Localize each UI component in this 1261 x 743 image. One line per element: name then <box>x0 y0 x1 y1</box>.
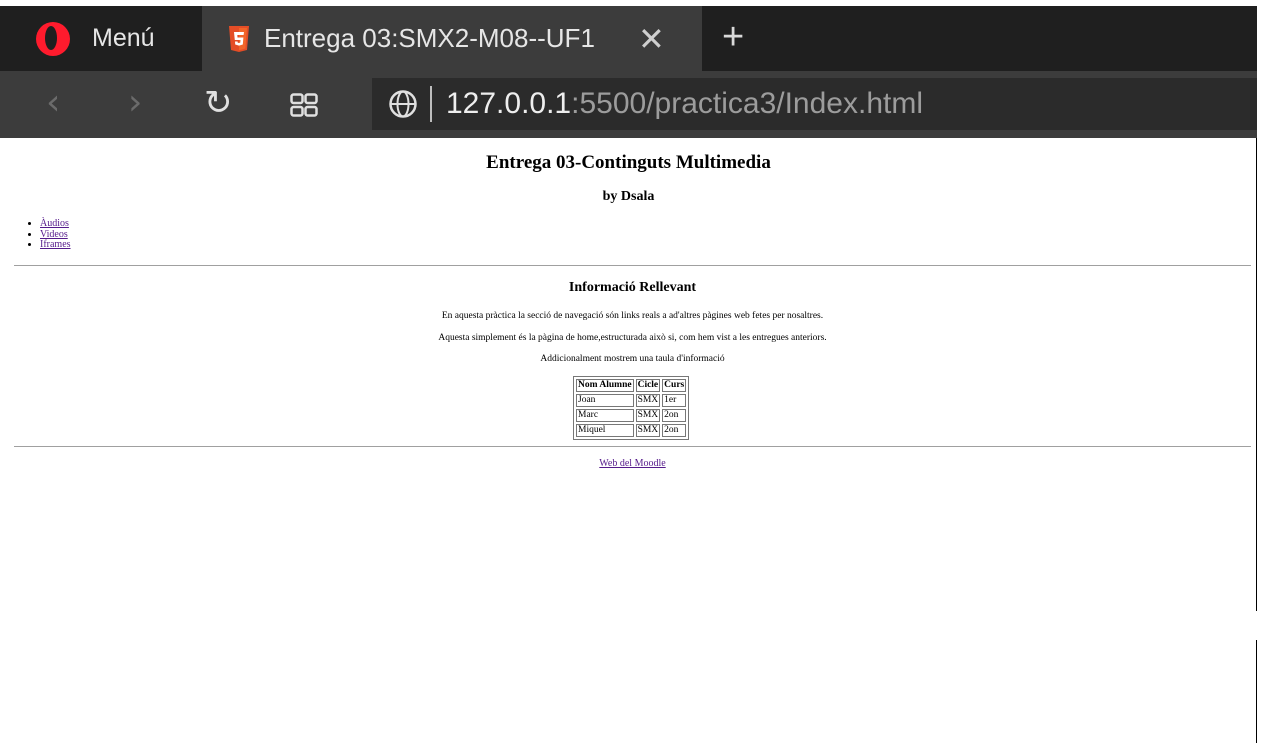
divider <box>14 446 1251 447</box>
table-row: Marc SMX 2on <box>576 409 687 422</box>
url-path: :5500/practica3/Index.html <box>571 87 923 120</box>
paragraph: En aquesta pràctica la secció de navegac… <box>441 311 824 321</box>
browser-toolbar: ‹ › ↻ 127.0.0.1 :5500/practica3/Index.ht… <box>0 71 1257 138</box>
table-cell: Marc <box>576 409 634 422</box>
nav-list: Àudios Videos Iframes <box>18 218 71 251</box>
tab-title: Entrega 03:SMX2-M08--UF1 <box>264 23 595 53</box>
table-header: Cicle <box>635 379 661 392</box>
back-icon[interactable]: ‹ <box>46 81 60 125</box>
table-header: Nom Alumne <box>576 379 634 392</box>
url-host: 127.0.0.1 <box>446 87 572 120</box>
web-page: Entrega 03-Continguts Multimedia by Dsal… <box>0 138 1257 743</box>
section-title: Informació Rellevant <box>568 280 697 295</box>
opera-menu-button[interactable]: Menú <box>0 6 200 71</box>
table-cell: SMX <box>635 394 661 407</box>
window-edge <box>1256 640 1257 743</box>
address-field[interactable]: 127.0.0.1 :5500/practica3/Index.html <box>372 78 1257 130</box>
divider <box>14 265 1251 266</box>
table-cell: SMX <box>635 424 661 437</box>
tab-active[interactable]: Entrega 03:SMX2-M08--UF1 ✕ <box>202 6 702 71</box>
page-subtitle: by Dsala <box>602 189 655 204</box>
table-header-row: Nom Alumne Cicle Curs <box>576 379 687 392</box>
forward-icon[interactable]: › <box>128 81 142 125</box>
table-cell: 2on <box>662 409 687 422</box>
opera-logo-icon <box>36 21 70 56</box>
table-cell: SMX <box>635 409 661 422</box>
browser-tab-bar: Menú Entrega 03:SMX2-M08--UF1 ✕ + <box>0 0 1257 71</box>
speed-dial-grid-icon[interactable] <box>290 93 318 117</box>
students-table: Nom Alumne Cicle Curs Joan SMX 1er Marc … <box>573 376 690 440</box>
table-header: Curs <box>662 379 687 392</box>
table-row: Joan SMX 1er <box>576 394 687 407</box>
nav-link-iframes[interactable]: Iframes <box>40 239 71 250</box>
table-cell: Miquel <box>576 424 634 437</box>
paragraph: Aquesta simplement és la pàgina de home,… <box>438 333 827 343</box>
table-cell: 1er <box>662 394 687 407</box>
nav-link-videos[interactable]: Videos <box>40 229 68 240</box>
window-edge <box>1256 138 1257 611</box>
globe-icon[interactable] <box>388 89 418 119</box>
url-divider <box>430 86 432 122</box>
table-cell: Joan <box>576 394 634 407</box>
html5-icon <box>229 25 249 52</box>
paragraph: Addicionalment mostrem una taula d'infor… <box>540 354 725 364</box>
nav-link-audios[interactable]: Àudios <box>40 218 69 229</box>
nav-item-iframes: Iframes <box>40 239 71 251</box>
page-title: Entrega 03-Continguts Multimedia <box>486 152 771 173</box>
close-tab-icon[interactable]: ✕ <box>638 20 665 58</box>
new-tab-button[interactable]: + <box>722 18 744 56</box>
moodle-link[interactable]: Web del Moodle <box>599 458 665 469</box>
menu-label: Menú <box>92 24 155 52</box>
table-row: Miquel SMX 2on <box>576 424 687 437</box>
footer: Web del Moodle <box>0 458 1261 469</box>
table-cell: 2on <box>662 424 687 437</box>
reload-icon[interactable]: ↻ <box>204 81 233 125</box>
